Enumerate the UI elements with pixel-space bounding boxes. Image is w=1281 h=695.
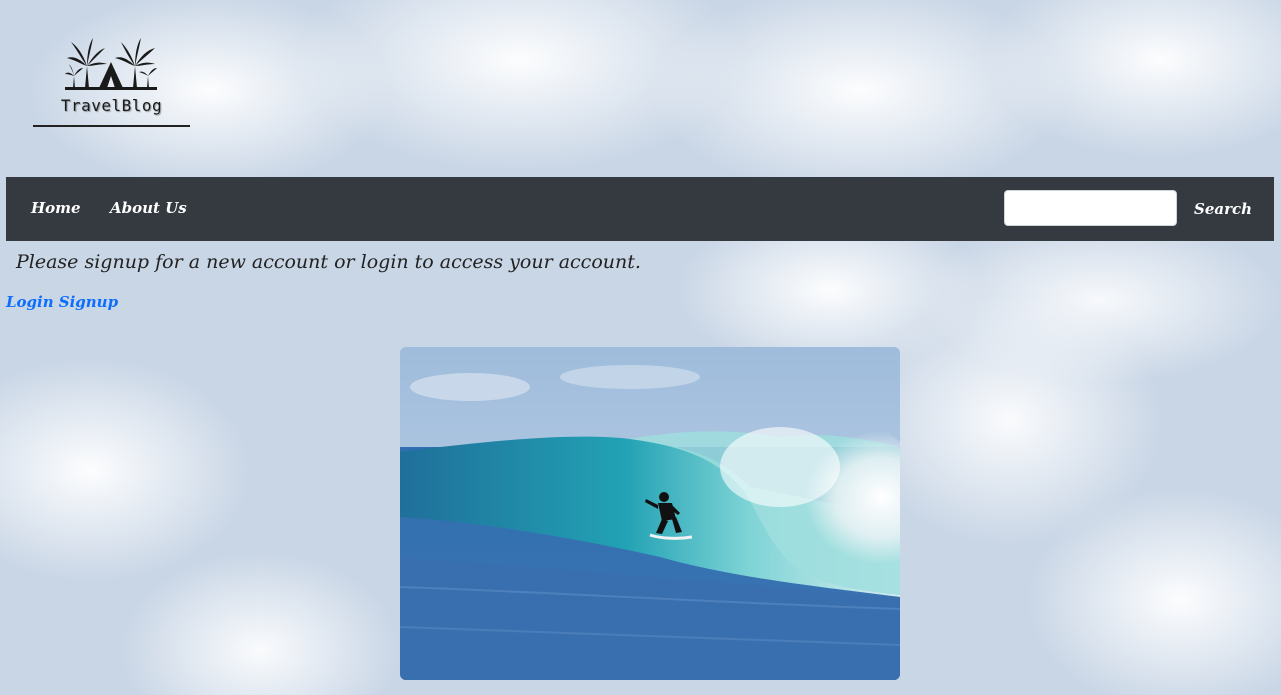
- surfer-hero-image: [400, 347, 900, 680]
- brand-name: TravelBlog: [60, 96, 163, 115]
- signup-login-message: Please signup for a new account or login…: [16, 251, 641, 273]
- nav-home-link[interactable]: Home: [31, 199, 81, 217]
- auth-links: Login Signup: [6, 292, 118, 311]
- palm-tent-icon: [65, 38, 157, 90]
- logo-underline: [33, 125, 190, 127]
- top-navbar: Home About Us Search: [6, 177, 1274, 241]
- site-logo[interactable]: TravelBlog: [33, 36, 190, 128]
- signup-link[interactable]: Signup: [59, 293, 118, 311]
- search-button[interactable]: Search: [1186, 190, 1260, 228]
- nav-about-us-link[interactable]: About Us: [110, 199, 187, 217]
- login-link[interactable]: Login: [6, 293, 54, 311]
- search-input[interactable]: [1004, 190, 1177, 226]
- surf-photo-illustration: [400, 347, 900, 680]
